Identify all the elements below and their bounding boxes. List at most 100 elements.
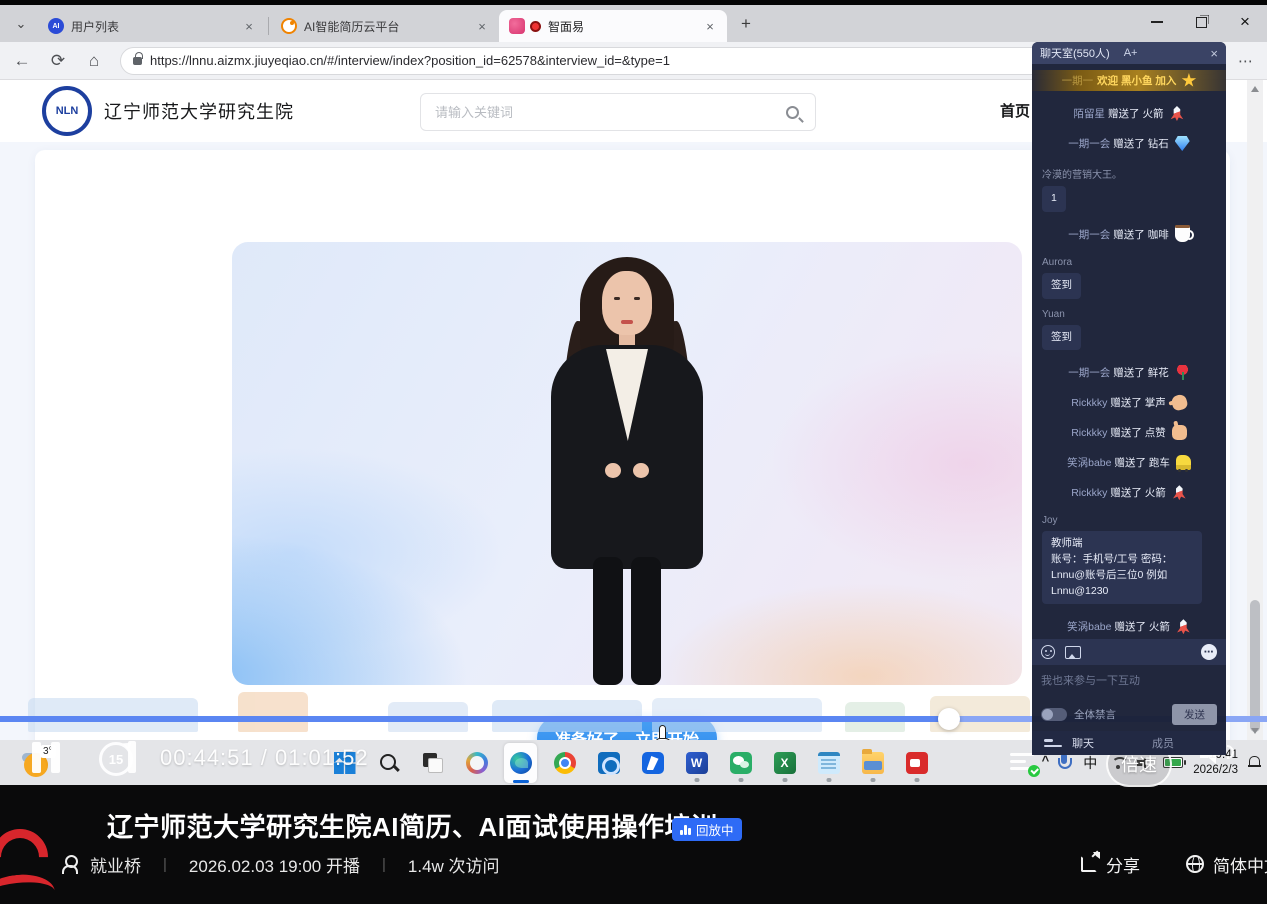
new-tab-button[interactable]: + [733,11,759,37]
tab-zhimianyi[interactable]: 智面易 × [499,10,727,42]
send-button[interactable]: 发送 [1172,704,1217,725]
gift-rocket-icon [1172,485,1187,500]
browser-menu-icon[interactable]: ⋯ [1233,52,1259,70]
window-controls: × [1135,5,1267,39]
gift-message: 陌留星赠送了 火箭 [1032,106,1226,121]
tray-expand-icon[interactable]: ^ [1042,753,1050,768]
gift-user: Rickkky [1071,487,1107,499]
minimize-button[interactable] [1135,5,1179,39]
chat-close-icon[interactable]: × [1210,46,1218,61]
running-indicator [738,778,743,782]
excel-taskbar-item[interactable] [773,745,796,781]
player-time-label: 00:44:51 / 01:01:52 [160,745,369,771]
search-icon[interactable] [786,106,799,119]
chat-send-row: 全体禁言 发送 [1032,697,1226,731]
refresh-icon[interactable]: ⟳ [44,47,72,75]
gift-user: 一期一会 [1068,136,1110,151]
nav-home-link[interactable]: 首页 [1000,100,1030,121]
gift-message: Rickkky赠送了 点赞 [1032,425,1226,440]
home-icon[interactable]: ⌂ [80,47,108,75]
chat-username: Joy [1042,515,1226,526]
seekbar-handle[interactable] [938,708,960,730]
tab-close-icon[interactable]: × [240,17,258,35]
search-taskbar-item[interactable] [377,745,400,781]
tab-close-icon[interactable]: × [701,17,719,35]
tab-ai-resume[interactable]: AI智能简历云平台 × [271,10,499,42]
tab-chat[interactable]: 聊天 [1072,735,1094,751]
running-indicator [826,778,831,782]
gift-message: 笑涡babe赠送了 火箭 [1032,619,1226,634]
replay-badge: 回放中 [672,818,742,841]
mute-all-toggle[interactable] [1041,708,1067,721]
chat-fontsize-button[interactable]: A+ [1124,47,1138,59]
chat-message: Joy教师端 账号：手机号/工号 密码：Lnnu@账号后三位0 例如Lnnu@1… [1042,515,1226,604]
tab-members[interactable]: 成员 [1152,735,1174,751]
chat-bubble: 1 [1042,186,1066,212]
image-icon[interactable] [1065,646,1081,659]
chat-input-row [1032,665,1226,697]
edge-taskbar-item[interactable] [509,745,532,781]
taskview-taskbar-item[interactable] [421,745,444,781]
emoji-icon[interactable] [1041,645,1055,659]
notification-bell-icon[interactable] [1248,756,1261,770]
share-icon[interactable] [1081,856,1097,872]
gift-rocket-icon [1176,619,1191,634]
chat-bubble: 签到 [1042,273,1081,299]
search-input[interactable] [435,105,786,120]
site-name: 辽宁师范大学研究生院 [104,98,294,124]
mute-all-label: 全体禁言 [1074,707,1116,722]
notepad-taskbar-item[interactable] [817,745,840,781]
chat-username: Yuan [1042,309,1226,320]
taskview-icon [422,752,444,774]
tab-close-icon[interactable]: × [473,17,491,35]
docs-taskbar-item[interactable] [641,745,664,781]
recorder-taskbar-item[interactable] [905,745,928,781]
language-button[interactable]: 简体中文 [1213,852,1267,877]
copilot-taskbar-item[interactable] [465,745,488,781]
chat-panel: 聊天室(550人) A+ × 一期一 欢迎 黑小鱼 加入 陌留星赠送了 火箭一期… [1032,42,1226,755]
gift-clap-icon [1170,394,1188,412]
word-icon [686,752,708,774]
visit-count: 1.4w 次访问 [408,852,500,877]
running-indicator [782,778,787,782]
page-scrollbar[interactable] [1247,80,1263,740]
chrome-taskbar-item[interactable] [553,745,576,781]
gift-flower-icon [1175,365,1190,380]
microphone-icon[interactable] [1057,753,1071,773]
scroll-down-icon[interactable] [1251,728,1259,734]
wechat-taskbar-item[interactable] [729,745,752,781]
scrollbar-thumb[interactable] [1250,600,1260,732]
gift-user: 笑涡babe [1067,455,1111,470]
footer-actions: 分享 简体中文 [1081,849,1267,879]
gift-user: 一期一会 [1068,365,1110,380]
jiuyeqiao-logo-icon [0,823,58,904]
gift-message: 一期一会赠送了 钻石 [1032,136,1226,151]
recording-dot-icon [530,21,541,32]
ime-indicator[interactable]: 中 [1083,753,1097,773]
outlook-icon [598,752,620,774]
share-button[interactable]: 分享 [1106,852,1140,877]
chat-input[interactable] [1041,675,1217,687]
folder-icon [862,752,884,774]
screen: ⌄ 用户列表 × AI智能简历云平台 × 智面易 × + × ← ⟳ ⌂ [0,0,1267,904]
close-button[interactable]: × [1223,5,1267,39]
tab-search-chevron-icon[interactable]: ⌄ [6,9,36,39]
back-icon[interactable]: ← [8,47,36,75]
presenter-avatar [527,257,727,685]
taskbar-apps [333,745,928,781]
gift-message: Rickkky赠送了 火箭 [1032,485,1226,500]
outlook-taskbar-item[interactable] [597,745,620,781]
chat-message: 冷漠的营销大王。1 [1042,166,1226,212]
site-search-box[interactable] [420,93,816,131]
copilot-icon [466,752,488,774]
channel-name[interactable]: 就业桥 [90,852,141,877]
scroll-up-icon[interactable] [1251,86,1259,92]
tab-user-list[interactable]: 用户列表 × [38,10,266,42]
globe-icon[interactable] [1186,855,1204,873]
chat-more-icon[interactable]: ⋯ [1201,644,1217,660]
player-pause-button[interactable] [32,742,60,773]
folder-taskbar-item[interactable] [861,745,884,781]
word-taskbar-item[interactable] [685,745,708,781]
chat-tab-icon [1044,739,1064,747]
restore-button[interactable] [1179,5,1223,39]
